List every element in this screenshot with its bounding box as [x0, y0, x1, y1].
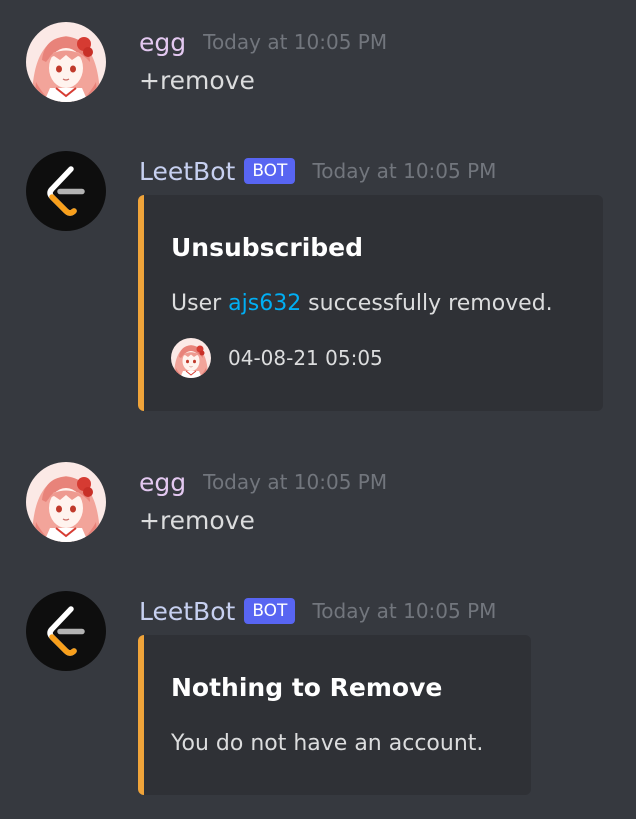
- embed: Nothing to Remove You do not have an acc…: [138, 635, 531, 795]
- user-avatar-icon[interactable]: [26, 22, 106, 102]
- bot-avatar-icon[interactable]: [26, 151, 106, 231]
- message-header: LeetBot BOT Today at 10:05 PM: [139, 595, 496, 627]
- bot-tag: BOT: [244, 598, 296, 624]
- message-content: +remove: [139, 66, 255, 95]
- username[interactable]: egg: [139, 28, 186, 57]
- embed-description-suffix: successfully removed.: [301, 291, 553, 316]
- message-header: egg Today at 10:05 PM: [139, 26, 387, 58]
- embed-title: Nothing to Remove: [171, 673, 443, 702]
- message-header: egg Today at 10:05 PM: [139, 466, 387, 498]
- embed-description: You do not have an account.: [171, 731, 484, 756]
- bot-tag: BOT: [244, 158, 296, 184]
- message-content: +remove: [139, 506, 255, 535]
- embed: Unsubscribed User ajs632 successfully re…: [138, 195, 603, 411]
- timestamp: Today at 10:05 PM: [312, 599, 497, 623]
- user-mention-link[interactable]: ajs632: [228, 291, 301, 316]
- message-header: LeetBot BOT Today at 10:05 PM: [139, 155, 496, 187]
- user-avatar-icon[interactable]: [26, 462, 106, 542]
- embed-description: User ajs632 successfully removed.: [171, 291, 553, 316]
- footer-avatar-icon: [171, 338, 211, 378]
- chat-log: egg Today at 10:05 PM +remove LeetBot BO…: [0, 0, 636, 819]
- username[interactable]: LeetBot: [139, 597, 235, 626]
- timestamp: Today at 10:05 PM: [203, 30, 388, 54]
- embed-footer: 04-08-21 05:05: [171, 338, 383, 378]
- embed-description-prefix: User: [171, 291, 229, 316]
- timestamp: Today at 10:05 PM: [203, 470, 388, 494]
- embed-footer-text: 04-08-21 05:05: [228, 346, 383, 370]
- embed-title: Unsubscribed: [171, 233, 364, 262]
- bot-avatar-icon[interactable]: [26, 591, 106, 671]
- username[interactable]: egg: [139, 468, 186, 497]
- timestamp: Today at 10:05 PM: [312, 159, 497, 183]
- username[interactable]: LeetBot: [139, 157, 235, 186]
